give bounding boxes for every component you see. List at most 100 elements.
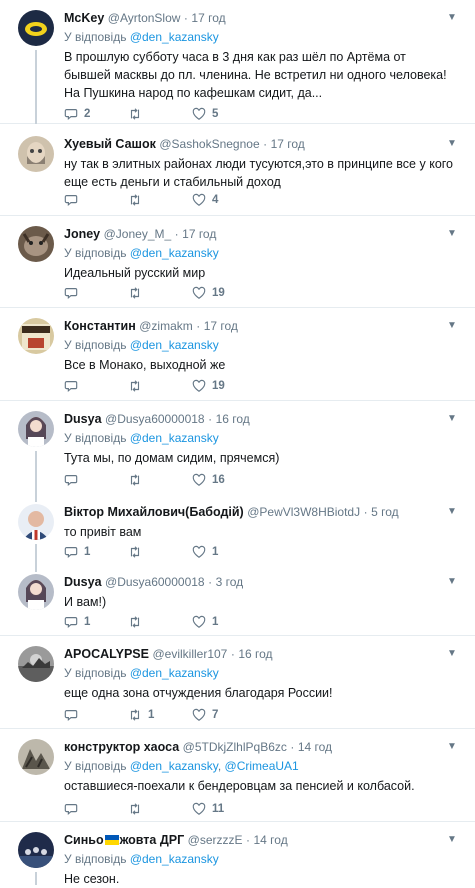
tweet[interactable]: APOCALYPSE @evilkiller107 · 16 год У від… [0, 636, 475, 729]
avatar[interactable] [18, 574, 54, 610]
chevron-down-icon[interactable]: ▼ [445, 137, 459, 151]
like-button[interactable]: 4 [192, 192, 218, 208]
like-button[interactable]: 16 [192, 472, 225, 488]
thread-line [35, 872, 37, 885]
like-button[interactable]: 1 [192, 544, 218, 560]
reply-button[interactable] [64, 801, 84, 817]
tweet[interactable]: Віктор Михайлович(Бабодій) @PewVl3W8HBio… [0, 494, 475, 566]
timestamp[interactable]: 17 год [191, 11, 225, 25]
timestamp[interactable]: 14 год [298, 740, 332, 754]
reply-button[interactable] [64, 378, 84, 394]
mention-link[interactable]: @den_kazansky [130, 338, 219, 352]
retweet-button[interactable] [128, 106, 148, 122]
user-name[interactable]: Хуевый Сашок [64, 137, 156, 151]
chevron-down-icon[interactable]: ▼ [445, 575, 459, 589]
avatar[interactable] [18, 136, 54, 172]
avatar[interactable] [18, 646, 54, 682]
avatar[interactable] [18, 739, 54, 775]
tweet-header: McKey @AyrtonSlow · 17 год [64, 11, 226, 25]
user-handle[interactable]: @SashokSnegnoe [159, 137, 259, 151]
mention-link[interactable]: @den_kazansky [130, 666, 219, 680]
timestamp[interactable]: 17 год [182, 227, 216, 241]
retweet-button[interactable] [128, 378, 148, 394]
user-handle[interactable]: @zimakm [139, 319, 193, 333]
reply-button[interactable]: 1 [64, 614, 90, 630]
tweet[interactable]: McKey @AyrtonSlow · 17 год У відповідь @… [0, 0, 475, 124]
chevron-down-icon[interactable]: ▼ [445, 740, 459, 754]
reply-button[interactable] [64, 707, 84, 723]
chevron-down-icon[interactable]: ▼ [445, 11, 459, 25]
mention-link[interactable]: @den_kazansky [130, 30, 219, 44]
like-count: 1 [212, 546, 219, 558]
like-button[interactable]: 5 [192, 106, 218, 122]
timestamp[interactable]: 14 год [254, 833, 288, 847]
tweet[interactable]: Хуевый Сашок @SashokSnegnoe · 17 год ну … [0, 124, 475, 216]
mention-link[interactable]: @CrimeaUA1 [225, 759, 299, 773]
timestamp[interactable]: 17 год [271, 137, 305, 151]
tweet[interactable]: Dusya @Dusya60000018 · 3 год И вам!) ▼ 1… [0, 566, 475, 636]
user-handle[interactable]: @Joney_M_ [104, 227, 172, 241]
user-name[interactable]: Віктор Михайлович(Бабодій) [64, 505, 244, 519]
avatar[interactable] [18, 226, 54, 262]
chevron-down-icon[interactable]: ▼ [445, 505, 459, 519]
chevron-down-icon[interactable]: ▼ [445, 319, 459, 333]
like-button[interactable]: 7 [192, 707, 218, 723]
timestamp[interactable]: 17 год [204, 319, 238, 333]
user-name[interactable]: Dusya [64, 412, 102, 426]
retweet-button[interactable] [128, 544, 148, 560]
retweet-button[interactable] [128, 614, 148, 630]
user-handle[interactable]: @PewVl3W8HBiotdJ [247, 505, 360, 519]
user-name[interactable]: APOCALYPSE [64, 647, 149, 661]
timestamp[interactable]: 5 год [371, 505, 399, 519]
tweet-text: ну так в элитных районах люди тусуются,э… [64, 157, 454, 189]
timestamp[interactable]: 3 год [216, 575, 244, 589]
user-name[interactable]: Константин [64, 319, 136, 333]
tweet[interactable]: конструктор хаоса @5TDkjZlhlPqB6zc · 14 … [0, 729, 475, 822]
reply-button[interactable] [64, 285, 84, 301]
tweet[interactable]: Константин @zimakm · 17 год У відповідь … [0, 308, 475, 401]
user-name[interactable]: McKey [64, 11, 104, 25]
retweet-button[interactable] [128, 285, 148, 301]
avatar[interactable] [18, 318, 54, 354]
retweet-button[interactable] [128, 192, 148, 208]
tweet[interactable]: Joney @Joney_M_ · 17 год У відповідь @de… [0, 216, 475, 308]
avatar[interactable] [18, 832, 54, 868]
user-handle[interactable]: @Dusya60000018 [105, 412, 205, 426]
tweet[interactable]: Dusya @Dusya60000018 · 16 год У відповід… [0, 401, 475, 494]
mention-link[interactable]: @den_kazansky [130, 246, 219, 260]
user-name[interactable]: Синьо жовта ДРГ [64, 833, 184, 847]
timestamp[interactable]: 16 год [216, 412, 250, 426]
user-handle[interactable]: @Dusya60000018 [105, 575, 205, 589]
reply-button[interactable]: 1 [64, 544, 90, 560]
user-handle[interactable]: @evilkiller107 [152, 647, 227, 661]
reply-button[interactable] [64, 472, 84, 488]
reply-button[interactable]: 2 [64, 106, 90, 122]
timestamp[interactable]: 16 год [238, 647, 272, 661]
user-handle[interactable]: @AyrtonSlow [108, 11, 181, 25]
tweet[interactable]: Синьо жовта ДРГ @serzzzE · 14 год У відпо… [0, 822, 475, 886]
chevron-down-icon[interactable]: ▼ [445, 227, 459, 241]
avatar[interactable] [18, 10, 54, 46]
user-handle[interactable]: @serzzzE [188, 833, 243, 847]
retweet-button[interactable] [128, 801, 148, 817]
user-name[interactable]: Joney [64, 227, 100, 241]
chevron-down-icon[interactable]: ▼ [445, 833, 459, 847]
like-button[interactable]: 19 [192, 378, 225, 394]
mention-link[interactable]: @den_kazansky [130, 431, 219, 445]
mention-link[interactable]: @den_kazansky [130, 852, 219, 866]
like-button[interactable]: 11 [192, 801, 224, 817]
user-name[interactable]: Dusya [64, 575, 102, 589]
avatar[interactable] [18, 411, 54, 447]
ukraine-flag-icon [104, 835, 119, 845]
chevron-down-icon[interactable]: ▼ [445, 647, 459, 661]
chevron-down-icon[interactable]: ▼ [445, 412, 459, 426]
reply-button[interactable] [64, 192, 84, 208]
user-name[interactable]: конструктор хаоса [64, 740, 179, 754]
retweet-button[interactable] [128, 472, 148, 488]
avatar[interactable] [18, 504, 54, 540]
like-button[interactable]: 19 [192, 285, 225, 301]
retweet-button[interactable]: 1 [128, 707, 154, 723]
mention-link[interactable]: @den_kazansky [130, 759, 218, 773]
user-handle[interactable]: @5TDkjZlhlPqB6zc [183, 740, 287, 754]
like-button[interactable]: 1 [192, 614, 218, 630]
